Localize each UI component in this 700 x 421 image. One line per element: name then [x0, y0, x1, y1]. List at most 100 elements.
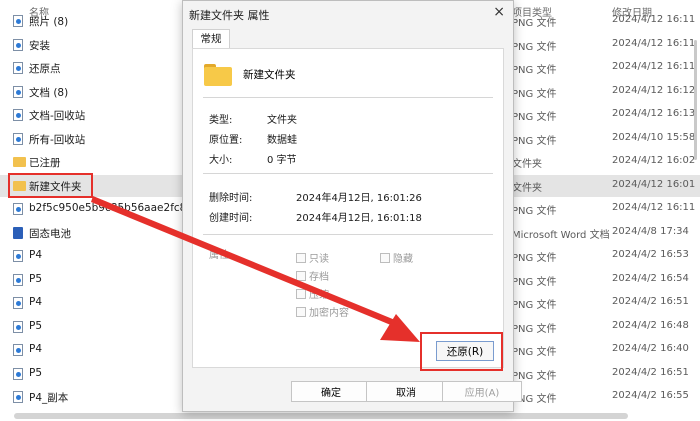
size-value: 0 字节	[267, 155, 297, 166]
folder-icon	[13, 157, 26, 167]
file-type: PNG 文件	[512, 65, 557, 76]
file-type: Microsoft Word 文档	[512, 229, 610, 241]
encrypt-checkbox[interactable]: 加密内容	[296, 304, 349, 319]
file-date: 2024/4/2 16:54	[612, 272, 689, 284]
highlight-selected-folder	[8, 173, 93, 198]
cancel-button[interactable]: 取消	[366, 381, 446, 402]
horizontal-scrollbar[interactable]	[14, 413, 628, 419]
document-icon	[13, 273, 23, 286]
document-icon	[13, 109, 23, 121]
file-date: 2024/4/2 16:51	[612, 366, 689, 378]
archive-label: 存档	[309, 272, 329, 283]
file-type: PNG 文件	[512, 253, 557, 264]
file-name: 固态电池	[29, 227, 71, 240]
document-icon	[13, 132, 23, 145]
attributes-label: 属性:	[209, 250, 233, 261]
hidden-checkbox[interactable]: 隐藏	[380, 250, 413, 265]
document-icon	[13, 297, 23, 309]
file-name: 照片 (8)	[29, 16, 69, 28]
file-name: 所有-回收站	[29, 133, 86, 146]
folder-name-field[interactable]	[239, 61, 498, 87]
type-label: 类型:	[209, 115, 233, 126]
compress-checkbox[interactable]: 压缩	[296, 286, 329, 301]
divider	[203, 97, 493, 98]
hidden-label: 隐藏	[393, 254, 413, 265]
apply-button[interactable]: 应用(A)	[442, 381, 522, 402]
close-icon[interactable]: ×	[493, 4, 505, 20]
file-name: P5	[29, 366, 43, 379]
vertical-scrollbar[interactable]	[694, 40, 697, 160]
highlight-restore-button	[420, 332, 503, 371]
archive-checkbox[interactable]: 存档	[296, 268, 329, 283]
file-date: 2024/4/2 16:40	[612, 343, 689, 354]
document-icon	[13, 15, 23, 27]
document-icon	[13, 62, 23, 74]
document-icon	[13, 85, 23, 98]
file-date: 2024/4/12 16:13	[612, 108, 696, 119]
file-type: 文件夹	[512, 159, 542, 170]
file-date: 2024/4/12 16:11	[612, 61, 696, 72]
file-date: 2024/4/2 16:48	[612, 319, 689, 331]
file-type: PNG 文件	[512, 323, 557, 335]
file-date: 2024/4/12 16:11	[612, 37, 696, 49]
type-value: 文件夹	[267, 115, 297, 126]
file-date: 2024/4/12 16:02	[612, 155, 696, 166]
encrypt-label: 加密内容	[309, 308, 349, 319]
file-date: 2024/4/8 17:34	[612, 225, 689, 237]
file-date: 2024/4/12 16:11	[612, 14, 696, 25]
file-date: 2024/4/12 16:11	[612, 202, 696, 213]
file-type: PNG 文件	[512, 112, 557, 123]
tab-general[interactable]: 常规	[192, 29, 230, 49]
file-name: 文档-回收站	[29, 110, 86, 122]
file-name: 还原点	[29, 63, 61, 75]
file-type: PNG 文件	[512, 276, 557, 288]
file-name: 安装	[29, 39, 50, 52]
document-icon	[13, 344, 23, 356]
document-icon	[13, 203, 23, 215]
document-icon	[13, 391, 23, 403]
divider	[203, 234, 493, 235]
file-type: PNG 文件	[512, 370, 557, 382]
file-name: P4	[29, 296, 43, 308]
file-type: PNG 文件	[512, 18, 557, 29]
document-icon	[13, 367, 23, 380]
readonly-checkbox[interactable]: 只读	[296, 250, 329, 265]
word-icon	[13, 226, 23, 239]
file-name: P4	[29, 343, 43, 355]
file-type: 文件夹	[512, 182, 542, 194]
file-type: PNG 文件	[512, 347, 557, 358]
created-time-label: 创建时间:	[209, 213, 253, 224]
file-type: PNG 文件	[512, 135, 557, 147]
location-value: 数据蛙	[267, 135, 297, 146]
document-icon	[13, 250, 23, 262]
file-type: PNG 文件	[512, 300, 557, 311]
size-label: 大小:	[209, 155, 233, 166]
file-date: 2024/4/2 16:51	[612, 296, 689, 307]
folder-icon	[204, 64, 232, 86]
file-type: PNG 文件	[512, 41, 557, 53]
file-type: PNG 文件	[512, 206, 557, 217]
file-date: 2024/4/12 16:12	[612, 84, 696, 96]
file-name: P4	[29, 249, 43, 261]
deleted-time-value: 2024年4月12日, 16:01:26	[296, 193, 422, 204]
divider	[203, 173, 493, 174]
file-name: P5	[29, 319, 43, 332]
file-date: 2024/4/12 16:01	[612, 178, 696, 190]
document-icon	[13, 320, 23, 333]
document-icon	[13, 38, 23, 51]
file-date: 2024/4/10 15:58	[612, 131, 696, 143]
dialog-title: 新建文件夹 属性	[189, 9, 270, 22]
created-time-value: 2024年4月12日, 16:01:18	[296, 213, 422, 224]
readonly-label: 只读	[309, 254, 329, 265]
general-panel: 类型: 文件夹 原位置: 数据蛙 大小: 0 字节 删除时间: 2024年4月1…	[192, 48, 504, 368]
ok-button[interactable]: 确定	[291, 381, 371, 402]
file-name: P4_副本	[29, 392, 69, 404]
file-name: P5	[29, 272, 43, 285]
deleted-time-label: 删除时间:	[209, 193, 253, 204]
file-type: PNG 文件	[512, 88, 557, 100]
file-name: 文档 (8)	[29, 86, 69, 99]
compress-label: 压缩	[309, 290, 329, 301]
file-date: 2024/4/2 16:53	[612, 249, 689, 260]
location-label: 原位置:	[209, 135, 243, 146]
file-name: 已注册	[29, 157, 61, 169]
